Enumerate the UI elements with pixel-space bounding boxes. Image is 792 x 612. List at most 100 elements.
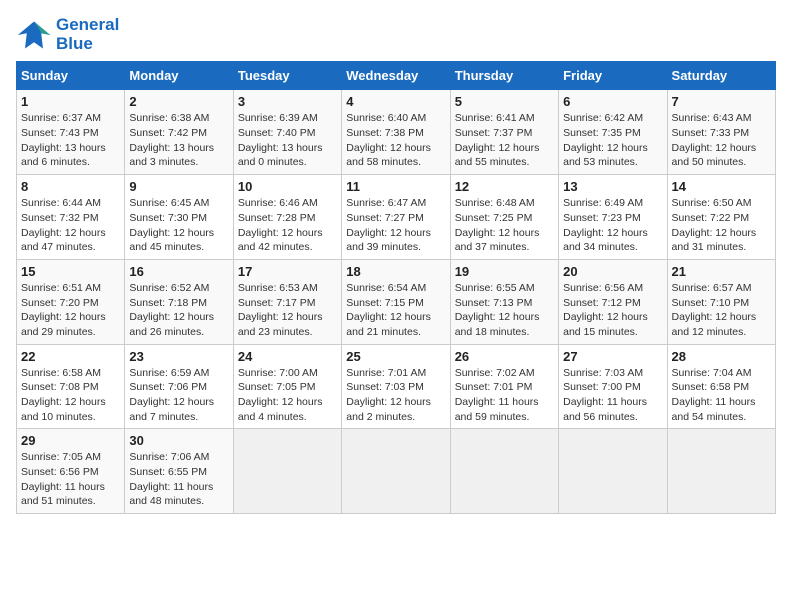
calendar-cell bbox=[667, 429, 775, 514]
day-number: 9 bbox=[129, 179, 228, 194]
calendar-cell bbox=[450, 429, 558, 514]
calendar-cell: 2 Sunrise: 6:38 AMSunset: 7:42 PMDaylight… bbox=[125, 90, 233, 175]
day-info: Sunrise: 6:42 AMSunset: 7:35 PMDaylight:… bbox=[563, 111, 662, 170]
day-number: 24 bbox=[238, 349, 337, 364]
calendar-cell: 28Sunrise: 7:04 AMSunset: 6:58 PMDayligh… bbox=[667, 344, 775, 429]
logo-text: General Blue bbox=[56, 16, 119, 53]
day-number: 10 bbox=[238, 179, 337, 194]
weekday-header-friday: Friday bbox=[559, 62, 667, 90]
day-number: 18 bbox=[346, 264, 445, 279]
day-number: 23 bbox=[129, 349, 228, 364]
day-number: 26 bbox=[455, 349, 554, 364]
calendar-cell: 10Sunrise: 6:46 AMSunset: 7:28 PMDayligh… bbox=[233, 175, 341, 260]
day-info: Sunrise: 7:04 AMSunset: 6:58 PMDaylight:… bbox=[672, 366, 771, 425]
day-number: 30 bbox=[129, 433, 228, 448]
calendar-cell: 25 Sunrise: 7:01 AMSunset: 7:03 PMDayligh… bbox=[342, 344, 450, 429]
calendar-cell: 23 Sunrise: 6:59 AMSunset: 7:06 PMDayligh… bbox=[125, 344, 233, 429]
day-info: Sunrise: 7:01 AMSunset: 7:03 PMDaylight:… bbox=[346, 366, 445, 425]
day-number: 2 bbox=[129, 94, 228, 109]
calendar-cell: 29 Sunrise: 7:05 AMSunset: 6:56 PMDayligh… bbox=[17, 429, 125, 514]
day-info: Sunrise: 6:48 AMSunset: 7:25 PMDaylight:… bbox=[455, 196, 554, 255]
day-info: Sunrise: 6:38 AMSunset: 7:42 PMDaylight:… bbox=[129, 111, 228, 170]
calendar-cell: 8 Sunrise: 6:44 AMSunset: 7:32 PMDaylight… bbox=[17, 175, 125, 260]
day-number: 22 bbox=[21, 349, 120, 364]
day-info: Sunrise: 6:43 AMSunset: 7:33 PMDaylight:… bbox=[672, 111, 771, 170]
day-info: Sunrise: 7:02 AMSunset: 7:01 PMDaylight:… bbox=[455, 366, 554, 425]
day-info: Sunrise: 6:57 AMSunset: 7:10 PMDaylight:… bbox=[672, 281, 771, 340]
calendar-cell: 6 Sunrise: 6:42 AMSunset: 7:35 PMDaylight… bbox=[559, 90, 667, 175]
weekday-header-sunday: Sunday bbox=[17, 62, 125, 90]
calendar-cell: 16 Sunrise: 6:52 AMSunset: 7:18 PMDayligh… bbox=[125, 259, 233, 344]
calendar-cell: 30 Sunrise: 7:06 AMSunset: 6:55 PMDayligh… bbox=[125, 429, 233, 514]
day-number: 5 bbox=[455, 94, 554, 109]
weekday-header-saturday: Saturday bbox=[667, 62, 775, 90]
day-info: Sunrise: 6:41 AMSunset: 7:37 PMDaylight:… bbox=[455, 111, 554, 170]
day-number: 14 bbox=[672, 179, 771, 194]
day-number: 4 bbox=[346, 94, 445, 109]
calendar-cell: 24 Sunrise: 7:00 AMSunset: 7:05 PMDayligh… bbox=[233, 344, 341, 429]
day-number: 11 bbox=[346, 179, 445, 194]
calendar-cell: 20 Sunrise: 6:56 AMSunset: 7:12 PMDayligh… bbox=[559, 259, 667, 344]
day-info: Sunrise: 6:47 AMSunset: 7:27 PMDaylight:… bbox=[346, 196, 445, 255]
day-info: Sunrise: 6:53 AMSunset: 7:17 PMDaylight:… bbox=[238, 281, 337, 340]
day-info: Sunrise: 7:03 AMSunset: 7:00 PMDaylight:… bbox=[563, 366, 662, 425]
calendar-cell: 14 Sunrise: 6:50 AMSunset: 7:22 PMDayligh… bbox=[667, 175, 775, 260]
day-number: 13 bbox=[563, 179, 662, 194]
day-info: Sunrise: 6:37 AMSunset: 7:43 PMDaylight:… bbox=[21, 111, 120, 170]
day-info: Sunrise: 6:45 AMSunset: 7:30 PMDaylight:… bbox=[129, 196, 228, 255]
day-info: Sunrise: 6:59 AMSunset: 7:06 PMDaylight:… bbox=[129, 366, 228, 425]
calendar-cell: 4 Sunrise: 6:40 AMSunset: 7:38 PMDaylight… bbox=[342, 90, 450, 175]
page-header: General Blue bbox=[16, 16, 776, 53]
calendar-cell: 17 Sunrise: 6:53 AMSunset: 7:17 PMDayligh… bbox=[233, 259, 341, 344]
day-number: 6 bbox=[563, 94, 662, 109]
calendar-cell: 1Sunrise: 6:37 AMSunset: 7:43 PMDaylight… bbox=[17, 90, 125, 175]
day-info: Sunrise: 6:49 AMSunset: 7:23 PMDaylight:… bbox=[563, 196, 662, 255]
day-number: 7 bbox=[672, 94, 771, 109]
day-number: 29 bbox=[21, 433, 120, 448]
calendar-cell bbox=[233, 429, 341, 514]
calendar-cell: 27Sunrise: 7:03 AMSunset: 7:00 PMDayligh… bbox=[559, 344, 667, 429]
calendar-cell: 11 Sunrise: 6:47 AMSunset: 7:27 PMDayligh… bbox=[342, 175, 450, 260]
day-info: Sunrise: 7:06 AMSunset: 6:55 PMDaylight:… bbox=[129, 450, 228, 509]
weekday-header-thursday: Thursday bbox=[450, 62, 558, 90]
day-number: 15 bbox=[21, 264, 120, 279]
day-info: Sunrise: 7:00 AMSunset: 7:05 PMDaylight:… bbox=[238, 366, 337, 425]
day-info: Sunrise: 6:51 AMSunset: 7:20 PMDaylight:… bbox=[21, 281, 120, 340]
day-number: 21 bbox=[672, 264, 771, 279]
calendar-cell: 5 Sunrise: 6:41 AMSunset: 7:37 PMDaylight… bbox=[450, 90, 558, 175]
day-number: 16 bbox=[129, 264, 228, 279]
day-number: 19 bbox=[455, 264, 554, 279]
calendar-cell bbox=[342, 429, 450, 514]
calendar-cell bbox=[559, 429, 667, 514]
day-number: 25 bbox=[346, 349, 445, 364]
day-info: Sunrise: 6:56 AMSunset: 7:12 PMDaylight:… bbox=[563, 281, 662, 340]
day-info: Sunrise: 6:55 AMSunset: 7:13 PMDaylight:… bbox=[455, 281, 554, 340]
weekday-header-tuesday: Tuesday bbox=[233, 62, 341, 90]
calendar-cell: 7 Sunrise: 6:43 AMSunset: 7:33 PMDaylight… bbox=[667, 90, 775, 175]
weekday-header-monday: Monday bbox=[125, 62, 233, 90]
calendar-cell: 21 Sunrise: 6:57 AMSunset: 7:10 PMDayligh… bbox=[667, 259, 775, 344]
day-info: Sunrise: 6:52 AMSunset: 7:18 PMDaylight:… bbox=[129, 281, 228, 340]
logo-icon bbox=[16, 17, 52, 53]
day-info: Sunrise: 7:05 AMSunset: 6:56 PMDaylight:… bbox=[21, 450, 120, 509]
logo: General Blue bbox=[16, 16, 119, 53]
calendar-cell: 22 Sunrise: 6:58 AMSunset: 7:08 PMDayligh… bbox=[17, 344, 125, 429]
calendar-cell: 13 Sunrise: 6:49 AMSunset: 7:23 PMDayligh… bbox=[559, 175, 667, 260]
weekday-header-wednesday: Wednesday bbox=[342, 62, 450, 90]
day-number: 3 bbox=[238, 94, 337, 109]
day-info: Sunrise: 6:54 AMSunset: 7:15 PMDaylight:… bbox=[346, 281, 445, 340]
day-number: 12 bbox=[455, 179, 554, 194]
calendar-cell: 9 Sunrise: 6:45 AMSunset: 7:30 PMDaylight… bbox=[125, 175, 233, 260]
day-number: 17 bbox=[238, 264, 337, 279]
day-info: Sunrise: 6:58 AMSunset: 7:08 PMDaylight:… bbox=[21, 366, 120, 425]
calendar-table: SundayMondayTuesdayWednesdayThursdayFrid… bbox=[16, 61, 776, 514]
day-info: Sunrise: 6:39 AMSunset: 7:40 PMDaylight:… bbox=[238, 111, 337, 170]
day-info: Sunrise: 6:40 AMSunset: 7:38 PMDaylight:… bbox=[346, 111, 445, 170]
day-info: Sunrise: 6:44 AMSunset: 7:32 PMDaylight:… bbox=[21, 196, 120, 255]
day-number: 20 bbox=[563, 264, 662, 279]
calendar-cell: 18 Sunrise: 6:54 AMSunset: 7:15 PMDayligh… bbox=[342, 259, 450, 344]
day-number: 8 bbox=[21, 179, 120, 194]
calendar-cell: 26 Sunrise: 7:02 AMSunset: 7:01 PMDayligh… bbox=[450, 344, 558, 429]
day-info: Sunrise: 6:50 AMSunset: 7:22 PMDaylight:… bbox=[672, 196, 771, 255]
calendar-cell: 19 Sunrise: 6:55 AMSunset: 7:13 PMDayligh… bbox=[450, 259, 558, 344]
